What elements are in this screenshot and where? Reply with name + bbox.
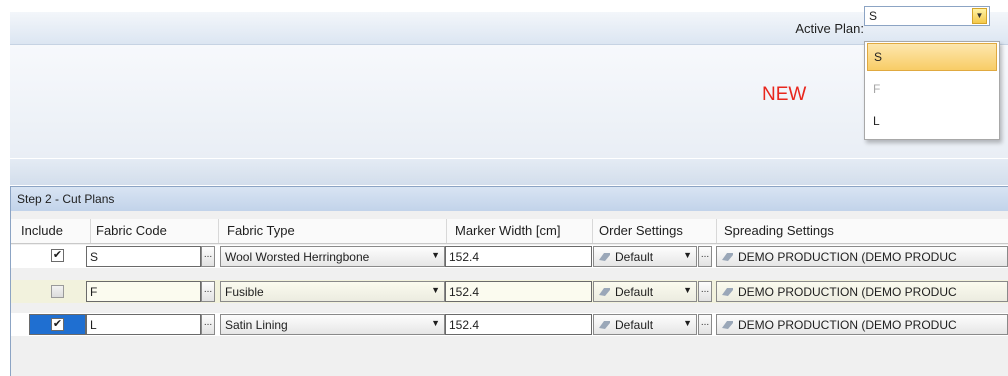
spreading-settings-combobox[interactable]: DEMO PRODUCTION (DEMO PRODUC xyxy=(716,314,1008,335)
settings-icon xyxy=(722,253,733,261)
plan-info-panel xyxy=(10,45,1008,158)
new-status-label: NEW xyxy=(762,84,807,105)
col-marker-width[interactable]: Marker Width [cm] xyxy=(455,219,560,243)
top-toolbar: Active Plan: xyxy=(10,12,1008,45)
table-row[interactable]: F ... Fusible ▼ 152.4 Default ▼ ... DEMO P… xyxy=(11,280,1008,303)
settings-icon xyxy=(599,321,610,329)
fabric-code-cell[interactable]: S xyxy=(86,246,201,267)
chevron-down-icon: ▼ xyxy=(431,318,440,328)
settings-icon xyxy=(599,288,610,296)
spreading-settings-combobox[interactable]: DEMO PRODUCTION (DEMO PRODUC xyxy=(716,246,1008,267)
dropdown-option-f[interactable]: F xyxy=(867,76,997,104)
order-settings-browse-button[interactable]: ... xyxy=(698,246,712,267)
fabric-code-browse-button[interactable]: ... xyxy=(201,246,215,267)
chevron-down-icon: ▼ xyxy=(683,250,692,260)
marker-width-cell[interactable]: 152.4 xyxy=(445,281,592,302)
order-settings-browse-button[interactable]: ... xyxy=(698,314,712,335)
table-row[interactable]: L ... Satin Lining ▼ 152.4 Default ▼ ... D… xyxy=(11,313,1008,336)
order-settings-browse-button[interactable]: ... xyxy=(698,281,712,302)
order-settings-combobox[interactable]: Default ▼ xyxy=(593,246,697,267)
active-plan-value: S xyxy=(869,9,878,23)
fabric-type-combobox[interactable]: Satin Lining ▼ xyxy=(220,314,445,335)
col-fabric-code[interactable]: Fabric Code xyxy=(96,219,167,243)
settings-icon xyxy=(599,253,610,261)
include-checkbox[interactable] xyxy=(51,285,64,298)
marker-width-cell[interactable]: 152.4 xyxy=(445,246,592,267)
marker-width-cell[interactable]: 152.4 xyxy=(445,314,592,335)
chevron-down-icon: ▼ xyxy=(431,250,440,260)
settings-icon xyxy=(722,321,733,329)
active-plan-combobox[interactable]: S ▼ xyxy=(864,6,990,26)
col-spreading-settings[interactable]: Spreading Settings xyxy=(724,219,834,243)
chevron-down-icon: ▼ xyxy=(431,285,440,295)
fabric-code-cell[interactable]: L xyxy=(86,314,201,335)
col-fabric-type[interactable]: Fabric Type xyxy=(227,219,295,243)
include-checkbox[interactable]: ✔ xyxy=(51,318,64,331)
active-plan-label: Active Plan: xyxy=(795,21,864,36)
dropdown-option-s[interactable]: S xyxy=(867,43,997,71)
order-settings-combobox[interactable]: Default ▼ xyxy=(593,281,697,302)
chevron-down-icon: ▼ xyxy=(683,285,692,295)
chevron-down-icon[interactable]: ▼ xyxy=(972,8,987,24)
include-checkbox[interactable]: ✔ xyxy=(51,249,64,262)
fabric-code-browse-button[interactable]: ... xyxy=(201,281,215,302)
col-include[interactable]: Include xyxy=(21,219,63,243)
fabric-code-browse-button[interactable]: ... xyxy=(201,314,215,335)
chevron-down-icon: ▼ xyxy=(683,318,692,328)
fabric-code-cell[interactable]: F xyxy=(86,281,201,302)
step-title: Step 2 - Cut Plans xyxy=(11,187,1008,211)
active-plan-dropdown: S F L xyxy=(864,41,1000,140)
fabric-type-combobox[interactable]: Wool Worsted Herringbone ▼ xyxy=(220,246,445,267)
dropdown-option-l[interactable]: L xyxy=(867,108,997,136)
order-settings-combobox[interactable]: Default ▼ xyxy=(593,314,697,335)
settings-icon xyxy=(722,288,733,296)
col-order-settings[interactable]: Order Settings xyxy=(599,219,683,243)
fabric-type-combobox[interactable]: Fusible ▼ xyxy=(220,281,445,302)
section-divider xyxy=(10,159,1008,185)
spreading-settings-combobox[interactable]: DEMO PRODUCTION (DEMO PRODUC xyxy=(716,281,1008,302)
